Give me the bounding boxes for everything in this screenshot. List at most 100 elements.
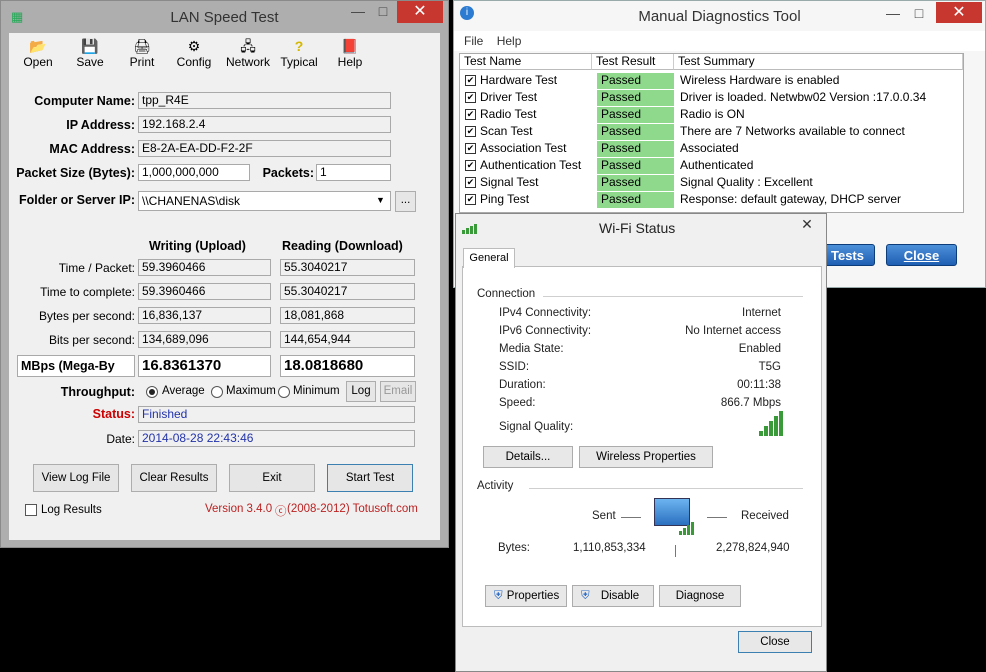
checkbox[interactable]: ✔ xyxy=(465,194,476,205)
minimize-icon[interactable]: — xyxy=(882,5,904,25)
table-row[interactable]: ✔ Authentication Test Passed Authenticated xyxy=(460,157,963,174)
folder-label: Folder or Server IP: xyxy=(18,193,135,207)
mdt-title: Manual Diagnostics Tool xyxy=(638,8,801,25)
minimum-radio[interactable] xyxy=(278,386,290,398)
test-name: Driver Test xyxy=(480,90,538,104)
divider xyxy=(529,488,803,489)
wifi-close-button[interactable]: Close xyxy=(738,631,812,653)
properties-button[interactable]: ⛨ Properties xyxy=(485,585,567,607)
ip-address-label: IP Address: xyxy=(66,118,135,132)
ipv6-value: No Internet access xyxy=(685,325,781,337)
duration-label: Duration: xyxy=(499,379,546,391)
close-icon[interactable]: ✕ xyxy=(790,214,824,234)
exit-button[interactable]: Exit xyxy=(229,464,315,492)
toolbar-print-button[interactable]: 🖨 Print xyxy=(119,37,165,69)
log-results-checkbox[interactable] xyxy=(25,504,37,516)
browse-button[interactable]: ... xyxy=(395,191,416,212)
toolbar-config-button[interactable]: ⚙ Config xyxy=(171,37,217,69)
run-tests-button[interactable]: Tests xyxy=(820,244,875,266)
diagnose-button[interactable]: Diagnose xyxy=(659,585,741,607)
unit-select[interactable]: MBps (Mega-By xyxy=(17,355,135,377)
menu-help[interactable]: Help xyxy=(497,34,522,48)
average-label: Average xyxy=(162,385,205,397)
toolbar-save-button[interactable]: 💾 Save xyxy=(67,37,113,69)
ip-address-field[interactable]: 192.168.2.4 xyxy=(138,116,391,133)
toolbar-label: Help xyxy=(337,55,363,69)
maximize-icon[interactable]: □ xyxy=(372,3,394,23)
test-result: Passed xyxy=(597,158,674,174)
packets-input[interactable]: 1 xyxy=(316,164,391,181)
bytes-sent-value: 1,110,853,334 xyxy=(573,542,646,554)
test-name: Association Test xyxy=(480,141,567,155)
test-summary: Authenticated xyxy=(680,158,754,172)
properties-label: Properties xyxy=(506,590,560,602)
log-button[interactable]: Log xyxy=(346,381,376,402)
packet-size-input[interactable]: 1,000,000,000 xyxy=(138,164,250,181)
throughput-label: Throughput: xyxy=(60,385,135,399)
lst-client: 📂 Open 💾 Save 🖨 Print ⚙ Config 🖧 Network ? Typ… xyxy=(9,33,440,540)
test-result: Passed xyxy=(597,90,674,106)
maximum-radio[interactable] xyxy=(211,386,223,398)
checkbox[interactable]: ✔ xyxy=(465,177,476,188)
table-row[interactable]: ✔ Driver Test Passed Driver is loaded. Netw… xyxy=(460,89,963,106)
col-test-result[interactable]: Test Result xyxy=(592,54,674,70)
table-row[interactable]: ✔ Association Test Passed Associated xyxy=(460,140,963,157)
close-icon[interactable]: ✕ xyxy=(936,2,982,23)
floppy-icon: 💾 xyxy=(81,38,99,54)
col-test-summary[interactable]: Test Summary xyxy=(674,54,963,70)
toolbar-help-button[interactable]: 📕 Help xyxy=(327,37,373,69)
bytes-sec-read: 18,081,868 xyxy=(280,307,415,324)
table-row[interactable]: ✔ Ping Test Passed Response: default gatewa… xyxy=(460,191,963,208)
minimize-icon[interactable]: — xyxy=(347,3,369,23)
table-row[interactable]: ✔ Scan Test Passed There are 7 Networks ava… xyxy=(460,123,963,140)
mac-address-field[interactable]: E8-2A-EA-DD-F2-2F xyxy=(138,140,391,157)
col-test-name[interactable]: Test Name xyxy=(460,54,592,70)
checkbox[interactable]: ✔ xyxy=(465,160,476,171)
checkbox[interactable]: ✔ xyxy=(465,126,476,137)
minimum-label: Minimum xyxy=(293,385,340,397)
shield-icon: ⛨ xyxy=(581,590,590,602)
start-test-button[interactable]: Start Test xyxy=(327,464,413,492)
disable-label: Disable xyxy=(600,590,640,602)
checkbox[interactable]: ✔ xyxy=(465,92,476,103)
bytes-sec-label: Bytes per second: xyxy=(38,309,135,323)
wifi-signal-icon xyxy=(462,220,478,234)
checkbox[interactable]: ✔ xyxy=(465,109,476,120)
toolbar-label: Config xyxy=(176,55,212,69)
view-log-button[interactable]: View Log File xyxy=(33,464,119,492)
time-complete-write: 59.3960466 xyxy=(138,283,271,300)
ipv4-label: IPv4 Connectivity: xyxy=(499,307,592,319)
average-radio[interactable] xyxy=(146,386,158,398)
details-button[interactable]: Details... xyxy=(483,446,573,468)
computer-name-field[interactable]: tpp_R4E xyxy=(138,92,391,109)
maximize-icon[interactable]: □ xyxy=(908,5,930,25)
mdt-close-button[interactable]: Close xyxy=(886,244,957,266)
menu-file[interactable]: File xyxy=(464,34,483,48)
maximum-label: Maximum xyxy=(226,385,276,397)
ipv6-label: IPv6 Connectivity: xyxy=(499,325,592,337)
table-row[interactable]: ✔ Signal Test Passed Signal Quality : Excel… xyxy=(460,174,963,191)
table-row[interactable]: ✔ Radio Test Passed Radio is ON xyxy=(460,106,963,123)
checkbox[interactable]: ✔ xyxy=(465,143,476,154)
toolbar-typical-button[interactable]: ? Typical xyxy=(275,37,323,69)
checkbox[interactable]: ✔ xyxy=(465,75,476,86)
disable-button[interactable]: ⛨ Disable xyxy=(572,585,654,607)
ipv4-value: Internet xyxy=(742,307,781,319)
wireless-properties-button[interactable]: Wireless Properties xyxy=(579,446,713,468)
chevron-down-icon[interactable]: ▼ xyxy=(376,195,385,205)
toolbar-open-button[interactable]: 📂 Open xyxy=(15,37,61,69)
tab-general[interactable]: General xyxy=(463,248,515,268)
network-icon: 🖧 xyxy=(240,38,256,54)
activity-heading: Activity xyxy=(477,480,514,492)
packets-label: Packets: xyxy=(262,166,314,180)
bits-sec-write: 134,689,096 xyxy=(138,331,271,348)
toolbar-network-button[interactable]: 🖧 Network xyxy=(223,37,273,69)
clear-results-button[interactable]: Clear Results xyxy=(131,464,217,492)
test-name: Signal Test xyxy=(480,175,539,189)
table-row[interactable]: ✔ Hardware Test Passed Wireless Hardware is… xyxy=(460,72,963,89)
email-button[interactable]: Email xyxy=(380,381,416,402)
close-icon[interactable]: ✕ xyxy=(397,1,443,23)
toolbar-label: Save xyxy=(76,55,104,69)
diagnostics-grid: Test Name Test Result Test Summary ✔ Hard… xyxy=(459,53,964,213)
folder-select[interactable]: \\CHANENAS\disk xyxy=(138,191,391,211)
